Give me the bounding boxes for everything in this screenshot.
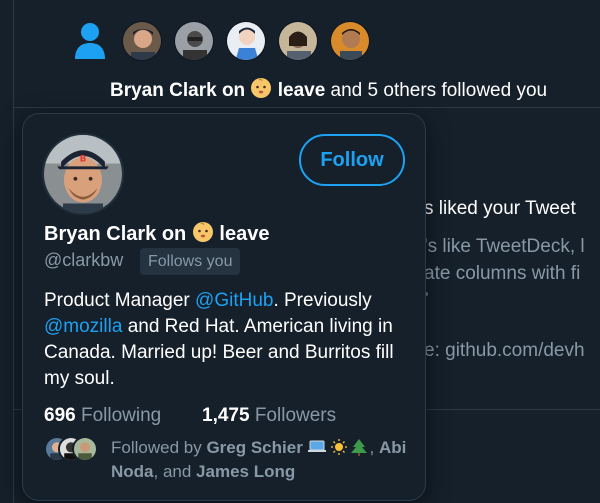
svg-text:B: B [80, 155, 87, 165]
following-stat[interactable]: 696 Following [44, 405, 161, 426]
mutual-name-link[interactable]: Greg Schier [206, 438, 302, 457]
profile-hover-card: B Follow Bryan Clark on leave @clarkbw F… [23, 114, 425, 500]
bio-text: Product Manager [44, 290, 196, 311]
profile-name-text: Bryan Clark on [44, 223, 187, 245]
profile-avatar[interactable]: B [42, 133, 124, 215]
followers-count: 1,475 [202, 405, 250, 426]
baby-face-emoji [251, 78, 272, 98]
laptop-sun-tree-emoji [307, 439, 367, 456]
mutual-followers-avatars[interactable] [44, 436, 100, 462]
followers-stat[interactable]: 1,475 Followers [202, 405, 336, 427]
profile-bio: Product Manager @GitHub. Previously @moz… [44, 288, 414, 392]
follower-avatar[interactable] [330, 21, 370, 61]
tweet-text-line: ate columns with fi [424, 263, 581, 284]
tweet-link-line[interactable]: e: github.com/devh [424, 340, 585, 362]
person-follow-icon [75, 23, 105, 59]
mention-link-mozilla[interactable]: @mozilla [44, 316, 122, 337]
follower-avatar[interactable] [278, 21, 318, 61]
tweetdeck-column: Bryan Clark on leave and 5 others follow… [0, 0, 600, 503]
profile-name-suffix: leave [219, 223, 270, 245]
mutual-avatar [72, 436, 98, 462]
followed-by-prefix: Followed by [111, 438, 207, 457]
notification-user-name-suffix: leave [277, 80, 326, 101]
followed-by-text: Followed by Greg Schier , Abi Noda, and … [111, 436, 411, 484]
follower-avatar[interactable] [122, 21, 162, 61]
mention-link-github[interactable]: @GitHub [195, 290, 273, 311]
notification-rest: and 5 others followed you [330, 80, 548, 101]
mutual-name-link[interactable]: James Long [196, 462, 295, 481]
profile-display-name[interactable]: Bryan Clark on leave [44, 221, 269, 246]
follow-button[interactable]: Follow [299, 134, 405, 186]
notification-text: Bryan Clark on leave and 5 others follow… [110, 77, 547, 102]
followed-by-and: , and [153, 462, 197, 481]
bio-text: . Previously [273, 290, 372, 311]
follower-avatar[interactable] [226, 21, 266, 61]
follower-avatars [122, 21, 370, 61]
profile-handle[interactable]: @clarkbw [44, 250, 123, 271]
notification-user-name[interactable]: Bryan Clark on [110, 80, 245, 101]
follows-you-badge: Follows you [140, 248, 241, 275]
followers-label: Followers [254, 405, 337, 426]
baby-face-emoji [192, 222, 213, 242]
followed-by-separator: , [369, 438, 375, 457]
following-count: 696 [44, 405, 76, 426]
follower-avatar[interactable] [174, 21, 214, 61]
profile-stats: 696 Following 1,475 Followers [44, 405, 336, 427]
tweet-text-line: 's like TweetDeck, l [424, 236, 585, 257]
follow-notification[interactable]: Bryan Clark on leave and 5 others follow… [14, 0, 600, 108]
following-label: Following [80, 405, 162, 426]
liked-text: s liked your Tweet [424, 198, 576, 219]
